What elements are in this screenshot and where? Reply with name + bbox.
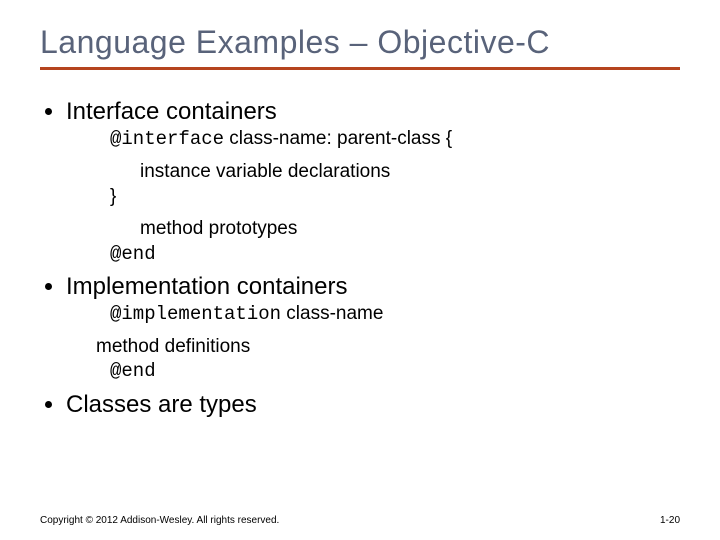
- interface-header-rest: class-name: parent-class {: [224, 128, 452, 149]
- impl-header-rest: class-name: [281, 303, 383, 324]
- bullet-implementation: Implementation containers @implementatio…: [66, 273, 680, 385]
- impl-header-line: @implementation class-name: [110, 301, 680, 328]
- page-number: 1-20: [660, 515, 680, 526]
- interface-close-brace: }: [110, 184, 680, 210]
- kw-interface: @interface: [110, 128, 224, 150]
- footer: Copyright © 2012 Addison-Wesley. All rig…: [40, 515, 680, 526]
- kw-implementation: @implementation: [110, 303, 281, 325]
- copyright-text: Copyright © 2012 Addison-Wesley. All rig…: [40, 515, 279, 526]
- bullet-interface: Interface containers @interface class-na…: [66, 98, 680, 267]
- kw-end-impl: @end: [110, 359, 680, 385]
- interface-methods-line: method prototypes: [140, 216, 680, 242]
- interface-ivar-line: instance variable declarations: [140, 159, 680, 185]
- bullet-text: Classes are types: [66, 391, 257, 418]
- page-title: Language Examples – Objective-C: [40, 24, 680, 61]
- interface-header-line: @interface class-name: parent-class {: [110, 126, 680, 153]
- bullet-classes-types: Classes are types: [66, 391, 680, 419]
- title-underline: [40, 67, 680, 70]
- kw-end-interface: @end: [110, 242, 680, 268]
- slide: Language Examples – Objective-C Interfac…: [0, 0, 720, 540]
- bullet-list: Interface containers @interface class-na…: [40, 98, 680, 419]
- bullet-text: Interface containers: [66, 98, 277, 125]
- impl-methods-line: method definitions: [96, 334, 680, 360]
- bullet-text: Implementation containers: [66, 273, 347, 300]
